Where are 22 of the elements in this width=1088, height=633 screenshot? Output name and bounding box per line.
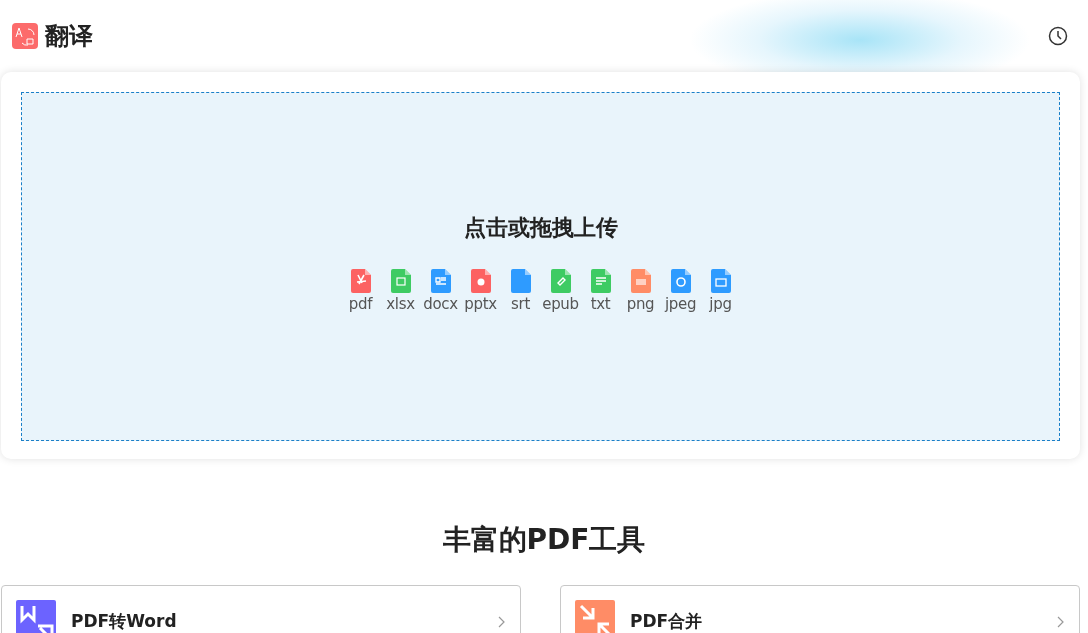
file-type-label: png [626, 294, 655, 313]
tool-card[interactable]: PDF转Word [1, 585, 521, 633]
section-title: 丰富的PDF工具 [441, 522, 647, 558]
file-type-label: docx [423, 294, 458, 313]
tool-label: PDF转Word [71, 610, 178, 633]
file-type-label: xlsx [386, 294, 415, 313]
chevron-right-icon [1057, 616, 1065, 628]
file-type-label: pptx [464, 294, 497, 313]
upload-prompt: 点击或拖拽上传 [463, 213, 618, 242]
page-title: 翻译 [45, 21, 93, 52]
file-type-label: pdf [348, 294, 373, 313]
tool-card[interactable]: PDF合并 [560, 585, 1080, 633]
file-type-label: jpg [709, 294, 732, 313]
translate-logo-icon [12, 23, 38, 49]
file-type-label: jpeg [664, 294, 697, 313]
history-icon[interactable] [1048, 26, 1068, 46]
file-type-label: srt [511, 294, 530, 313]
upload-dropzone[interactable]: 点击或拖拽上传 pdf xlsx docx pptx srt epub txt png jpeg jpg [21, 92, 1060, 441]
chevron-right-icon [498, 616, 506, 628]
file-type-label: epub [542, 294, 579, 313]
file-type-label: txt [590, 294, 611, 313]
tool-label: PDF合并 [630, 610, 704, 633]
